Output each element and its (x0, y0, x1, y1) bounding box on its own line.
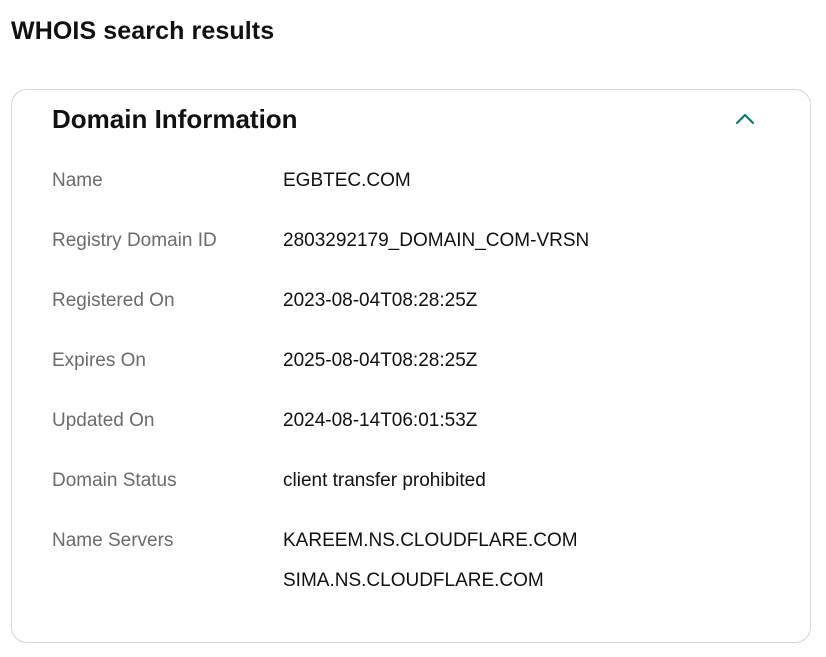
field-label: Registry Domain ID (52, 230, 217, 251)
field-label: Updated On (52, 410, 155, 431)
field-value: 2024-08-14T06:01:53Z (283, 410, 478, 431)
field-value: 2023-08-04T08:28:25Z (283, 290, 478, 311)
card-title: Domain Information (52, 104, 298, 134)
name-server-value: KAREEM.NS.CLOUDFLARE.COM (283, 530, 578, 551)
field-label: Name (52, 170, 103, 191)
field-label: Domain Status (52, 470, 177, 491)
chevron-up-icon (735, 113, 755, 125)
domain-information-card: Domain Information Name EGBTEC.COM Regis… (11, 89, 811, 643)
field-value: client transfer prohibited (283, 470, 486, 491)
field-label: Expires On (52, 350, 146, 371)
collapse-toggle-button[interactable] (730, 106, 760, 132)
field-value: 2803292179_DOMAIN_COM-VRSN (283, 230, 590, 251)
field-label: Name Servers (52, 530, 174, 551)
field-value: EGBTEC.COM (283, 170, 411, 191)
field-label: Registered On (52, 290, 175, 311)
page-title: WHOIS search results (11, 17, 275, 45)
field-value: 2025-08-04T08:28:25Z (283, 350, 478, 371)
name-server-value: SIMA.NS.CLOUDFLARE.COM (283, 570, 544, 591)
